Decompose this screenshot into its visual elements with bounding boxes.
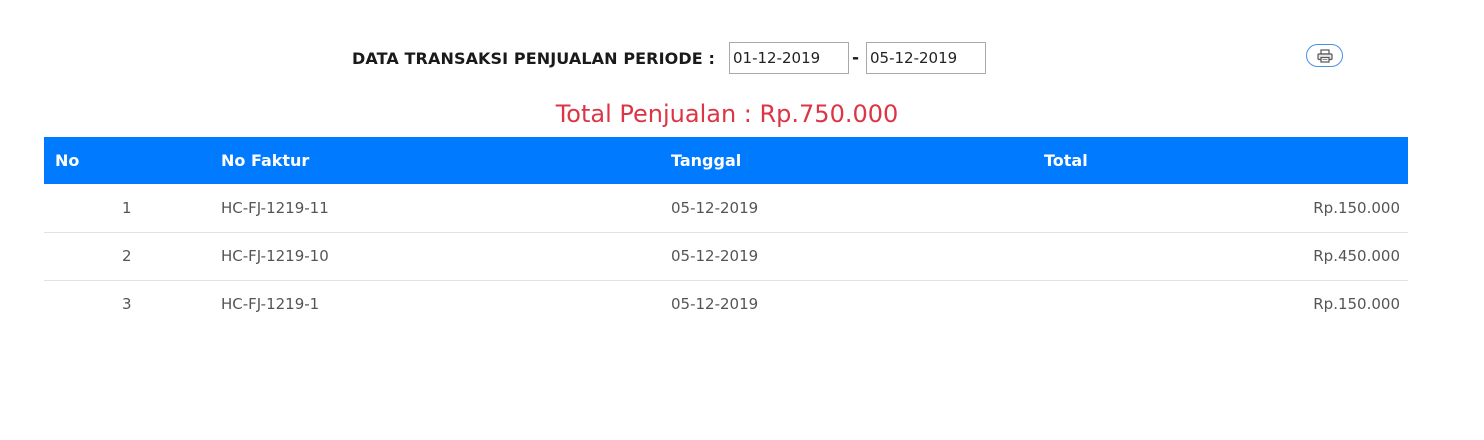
table-row: 3 HC-FJ-1219-1 05-12-2019 Rp.150.000 — [44, 280, 1408, 328]
row-no-faktur: HC-FJ-1219-11 — [210, 184, 660, 233]
row-total: Rp.150.000 — [1313, 295, 1400, 314]
column-header-no: No — [55, 151, 80, 170]
period-filter-bar: DATA TRANSAKSI PENJUALAN PERIODE : - — [0, 42, 1484, 74]
transactions-table: No No Faktur Tanggal Total 1 HC-FJ-1219-… — [44, 137, 1408, 328]
row-total: Rp.150.000 — [1033, 184, 1408, 233]
table-row: 1 HC-FJ-1219-11 05-12-2019 Rp.150.000 — [44, 184, 1408, 233]
row-no: 1 — [44, 184, 210, 233]
row-no: 2 — [44, 232, 210, 281]
date-from-input[interactable] — [729, 42, 849, 74]
row-tanggal: 05-12-2019 — [660, 232, 1033, 281]
table-row: 2 HC-FJ-1219-10 05-12-2019 Rp.450.000 — [44, 232, 1408, 281]
row-no-faktur: HC-FJ-1219-1 — [221, 295, 320, 314]
date-separator: - — [852, 48, 860, 68]
column-header-total: Total — [1044, 151, 1088, 170]
total-sales-heading: Total Penjualan : Rp.750.000 — [555, 100, 899, 128]
sales-report-page: DATA TRANSAKSI PENJUALAN PERIODE : - Tot… — [0, 0, 1484, 440]
row-total: Rp.450.000 — [1033, 232, 1408, 281]
row-tanggal: 05-12-2019 — [671, 295, 759, 314]
row-tanggal: 05-12-2019 — [660, 184, 1033, 233]
date-to-input[interactable] — [866, 42, 986, 74]
column-header-no-faktur: No Faktur — [221, 151, 310, 170]
column-header-tanggal: Tanggal — [671, 151, 742, 170]
print-button[interactable] — [1306, 44, 1343, 67]
table-header: No No Faktur Tanggal Total — [44, 137, 1408, 184]
printer-icon — [1316, 48, 1333, 63]
row-no-faktur: HC-FJ-1219-10 — [210, 232, 660, 281]
period-label: DATA TRANSAKSI PENJUALAN PERIODE : — [352, 49, 715, 68]
row-no: 3 — [122, 295, 132, 314]
